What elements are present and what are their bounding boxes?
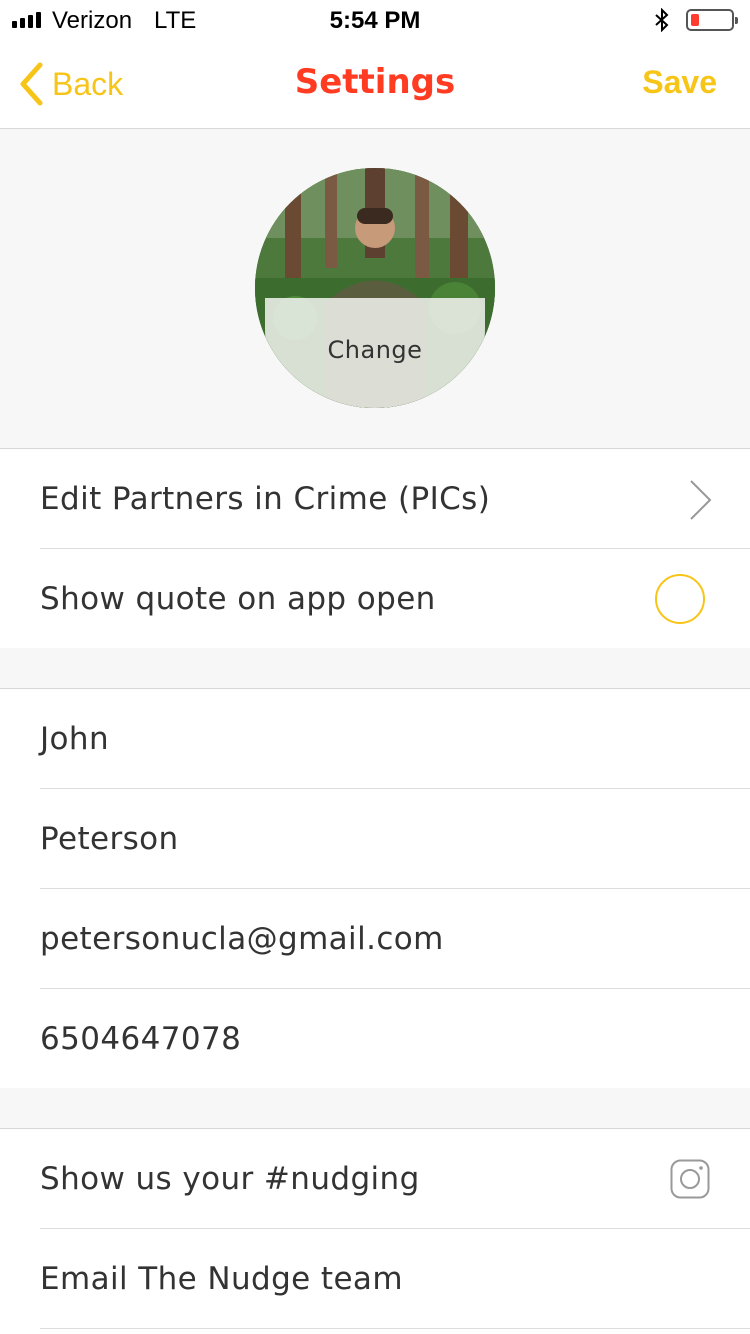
avatar-section: Change bbox=[0, 129, 750, 449]
instagram-label: Show us your #nudging bbox=[40, 1161, 420, 1197]
page-title: Settings bbox=[294, 62, 456, 102]
instagram-row[interactable]: Show us your #nudging bbox=[0, 1129, 750, 1229]
first-name-value: John bbox=[40, 721, 110, 757]
save-button[interactable]: Save bbox=[642, 64, 717, 101]
navigation-bar: Back Settings Save bbox=[0, 40, 750, 129]
phone-value: 6504647078 bbox=[40, 1021, 242, 1057]
instagram-icon bbox=[670, 1159, 710, 1199]
edit-pics-label: Edit Partners in Crime (PICs) bbox=[40, 481, 491, 517]
section-spacer bbox=[0, 1088, 750, 1129]
phone-field[interactable]: 6504647078 bbox=[0, 989, 750, 1089]
settings-screen: Verizon LTE 5:54 PM Back Settings Save C… bbox=[0, 0, 750, 1334]
email-team-row[interactable]: Email The Nudge team bbox=[0, 1229, 750, 1329]
battery-level bbox=[691, 14, 699, 26]
status-bar: Verizon LTE 5:54 PM bbox=[0, 0, 750, 40]
first-name-field[interactable]: John bbox=[0, 689, 750, 789]
battery-icon bbox=[686, 9, 738, 31]
email-field[interactable]: petersonucla@gmail.com bbox=[0, 889, 750, 989]
email-value: petersonucla@gmail.com bbox=[40, 921, 444, 957]
change-photo-label[interactable]: Change bbox=[255, 336, 495, 364]
bluetooth-icon bbox=[655, 8, 669, 32]
section-spacer bbox=[0, 648, 750, 689]
status-time: 5:54 PM bbox=[329, 7, 421, 34]
last-name-value: Peterson bbox=[40, 821, 179, 857]
show-quote-row[interactable]: Show quote on app open bbox=[0, 549, 750, 649]
last-name-field[interactable]: Peterson bbox=[0, 789, 750, 889]
edit-pics-row[interactable]: Edit Partners in Crime (PICs) bbox=[0, 449, 750, 549]
show-quote-toggle[interactable] bbox=[655, 574, 705, 624]
avatar[interactable]: Change bbox=[255, 168, 495, 408]
chevron-right-icon bbox=[690, 480, 712, 520]
email-team-label: Email The Nudge team bbox=[40, 1261, 403, 1297]
show-quote-label: Show quote on app open bbox=[40, 581, 436, 617]
